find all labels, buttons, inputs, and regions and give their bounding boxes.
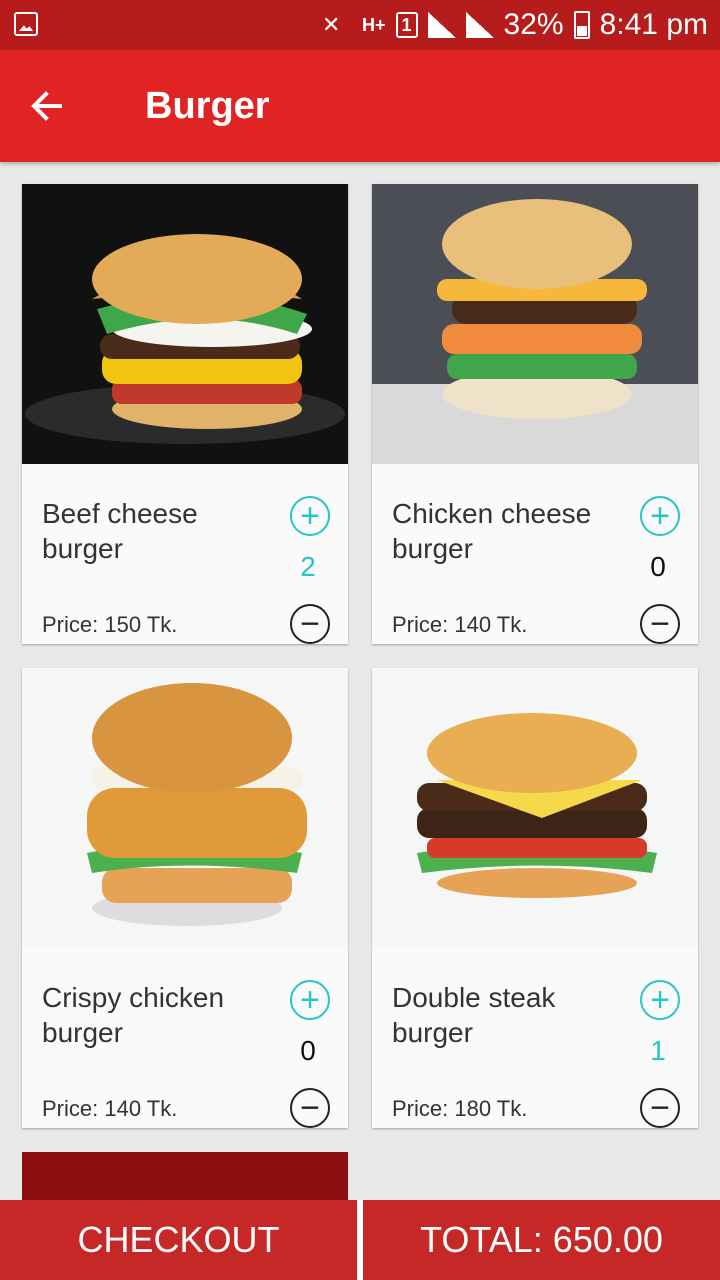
product-card-beef-cheese[interactable]: Beef cheese burger + 2 − Price: 150 Tk. (22, 184, 348, 644)
product-name: Chicken cheese burger (392, 498, 592, 564)
increase-quantity-button[interactable]: + (290, 496, 330, 536)
burger-image (22, 184, 348, 464)
increase-quantity-button[interactable]: + (640, 496, 680, 536)
decrease-quantity-button[interactable]: − (640, 1088, 680, 1128)
product-price: Price: 140 Tk. (42, 1096, 178, 1121)
vibrate-icon: ✕ (322, 12, 341, 37)
product-card-crispy-chicken[interactable]: Crispy chicken burger + 0 − Price: 140 T… (22, 668, 348, 1128)
decrease-quantity-button[interactable]: − (290, 604, 330, 644)
battery-percentage: 32% (503, 8, 564, 41)
bottom-action-bar: CHECKOUT TOTAL: 650.00 (0, 1200, 720, 1280)
signal-icon-2 (465, 12, 494, 38)
product-price: Price: 140 Tk. (392, 612, 528, 637)
back-arrow-icon[interactable] (26, 80, 70, 132)
decrease-quantity-button[interactable]: − (290, 1088, 330, 1128)
status-icons: ✕ H+ 1 32% 8:41 pm (322, 0, 708, 50)
page-title: Burger (145, 85, 270, 127)
product-name: Double steak burger (392, 982, 556, 1048)
app-toolbar: Burger (0, 50, 720, 162)
sim-icon: 1 (395, 12, 418, 38)
checkout-button[interactable]: CHECKOUT (0, 1200, 357, 1280)
battery-icon (573, 11, 590, 39)
quantity-value: 1 (650, 1035, 666, 1066)
burger-image (22, 668, 348, 948)
signal-icon (427, 12, 456, 38)
product-price: Price: 150 Tk. (42, 612, 178, 637)
clock: 8:41 pm (599, 8, 708, 41)
product-grid: Beef cheese burger + 2 − Price: 150 Tk. … (0, 162, 720, 1212)
burger-image (372, 184, 698, 464)
increase-quantity-button[interactable]: + (640, 980, 680, 1020)
total-amount: TOTAL: 650.00 (363, 1200, 720, 1280)
burger-image (372, 668, 698, 948)
product-card-double-steak[interactable]: Double steak burger + 1 − Price: 180 Tk. (372, 668, 698, 1128)
quantity-value: 0 (650, 551, 666, 582)
increase-quantity-button[interactable]: + (290, 980, 330, 1020)
product-card-chicken-cheese[interactable]: Chicken cheese burger + 0 − Price: 140 T… (372, 184, 698, 644)
product-name: Crispy chicken burger (42, 982, 225, 1048)
quantity-value: 2 (300, 551, 316, 582)
gallery-notification-icon (14, 12, 38, 36)
decrease-quantity-button[interactable]: − (640, 604, 680, 644)
product-price: Price: 180 Tk. (392, 1096, 528, 1121)
product-name: Beef cheese burger (42, 498, 198, 564)
status-bar: ✕ H+ 1 32% 8:41 pm (0, 0, 720, 50)
quantity-value: 0 (300, 1035, 316, 1066)
network-type: H+ (362, 14, 386, 35)
